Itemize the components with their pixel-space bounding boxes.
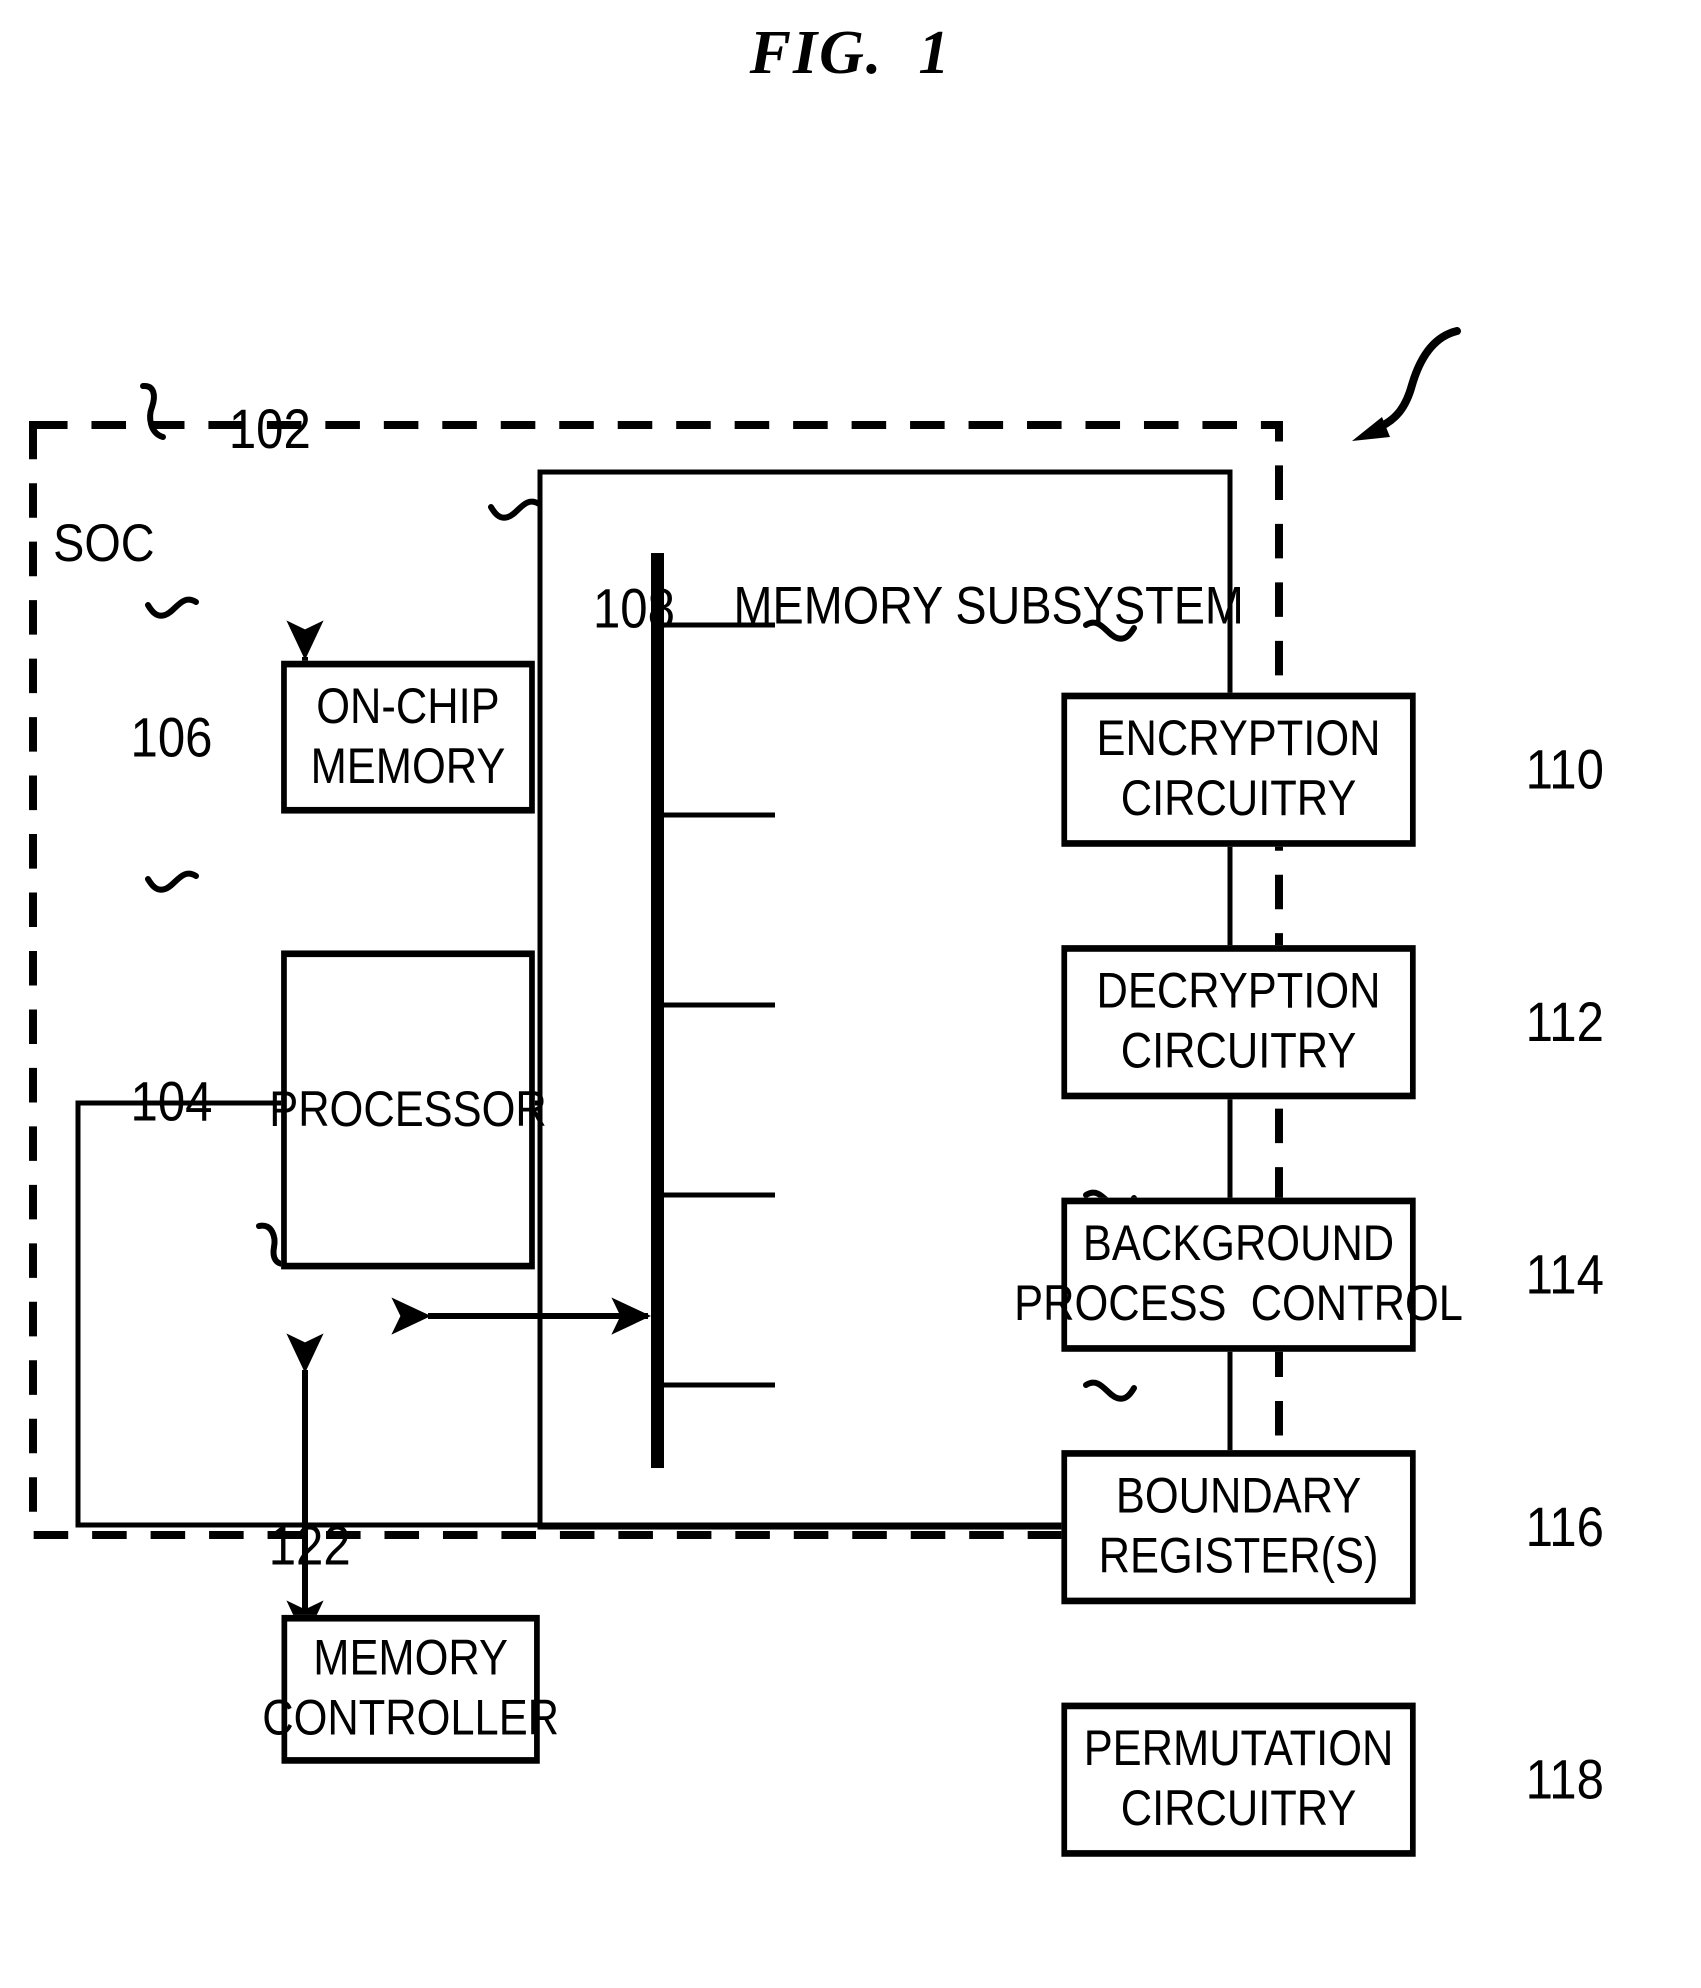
on-chip-memory-line2: MEMORY bbox=[310, 738, 506, 795]
background-line1: BACKGROUND bbox=[1082, 1216, 1395, 1273]
leader-100 bbox=[1371, 327, 1462, 434]
on-chip-memory-line1: ON-CHIP bbox=[316, 678, 500, 735]
block-on-chip-memory: ON-CHIP MEMORY bbox=[281, 660, 535, 814]
memory-bus bbox=[651, 553, 664, 1469]
decryption-line2: CIRCUITRY bbox=[1120, 1023, 1357, 1080]
block-boundary-registers: BOUNDARY REGISTER(S) bbox=[1061, 1450, 1416, 1605]
leader-104 bbox=[145, 870, 200, 893]
block-encryption-circuitry: ENCRYPTION CIRCUITRY bbox=[1061, 692, 1416, 847]
figure-title: FIG. 1 bbox=[749, 19, 952, 87]
encryption-line1: ENCRYPTION bbox=[1096, 711, 1381, 768]
patent-figure: SOC 102 100 MEMORY SUBSYSTEM 108 ON-CHIP… bbox=[0, 0, 1701, 1988]
processor-line1: PROCESSOR bbox=[269, 1081, 547, 1138]
ref-106: 106 bbox=[130, 705, 213, 769]
permutation-line1: PERMUTATION bbox=[1083, 1721, 1394, 1778]
block-processor: PROCESSOR bbox=[269, 950, 547, 1270]
ref-108: 108 bbox=[592, 577, 675, 640]
block-memory-controller: MEMORY CONTROLLER bbox=[262, 1614, 559, 1764]
ref-112: 112 bbox=[1525, 990, 1604, 1053]
soc-label: SOC bbox=[53, 514, 155, 574]
boundary-line2: REGISTER(S) bbox=[1098, 1528, 1379, 1585]
ref-122: 122 bbox=[268, 1513, 351, 1577]
ref-114: 114 bbox=[1525, 1242, 1604, 1306]
encryption-line2: CIRCUITRY bbox=[1120, 771, 1357, 827]
leader-100-arrowhead bbox=[1352, 417, 1390, 442]
ref-116: 116 bbox=[1525, 1495, 1604, 1558]
memory-controller-line1: MEMORY bbox=[313, 1631, 508, 1687]
ref-102: 102 bbox=[228, 397, 311, 461]
leader-106 bbox=[145, 596, 200, 619]
background-line2: PROCESS CONTROL bbox=[1014, 1276, 1463, 1332]
boundary-line1: BOUNDARY bbox=[1115, 1468, 1362, 1525]
memory-controller-line2: CONTROLLER bbox=[262, 1690, 560, 1747]
ref-104: 104 bbox=[130, 1070, 213, 1133]
decryption-line1: DECRYPTION bbox=[1096, 963, 1381, 1020]
block-background-process-control: BACKGROUND PROCESS CONTROL bbox=[1014, 1197, 1463, 1352]
block-decryption-circuitry: DECRYPTION CIRCUITRY bbox=[1061, 945, 1416, 1100]
permutation-line2: CIRCUITRY bbox=[1120, 1781, 1357, 1837]
ref-110: 110 bbox=[1525, 737, 1604, 801]
leader-102 bbox=[140, 383, 167, 441]
leader-108 bbox=[488, 498, 543, 521]
ref-118: 118 bbox=[1525, 1747, 1604, 1811]
leader-118 bbox=[1083, 1379, 1138, 1402]
block-permutation-circuitry: PERMUTATION CIRCUITRY bbox=[1061, 1702, 1416, 1857]
memory-subsystem-label: MEMORY SUBSYSTEM bbox=[733, 577, 1244, 636]
